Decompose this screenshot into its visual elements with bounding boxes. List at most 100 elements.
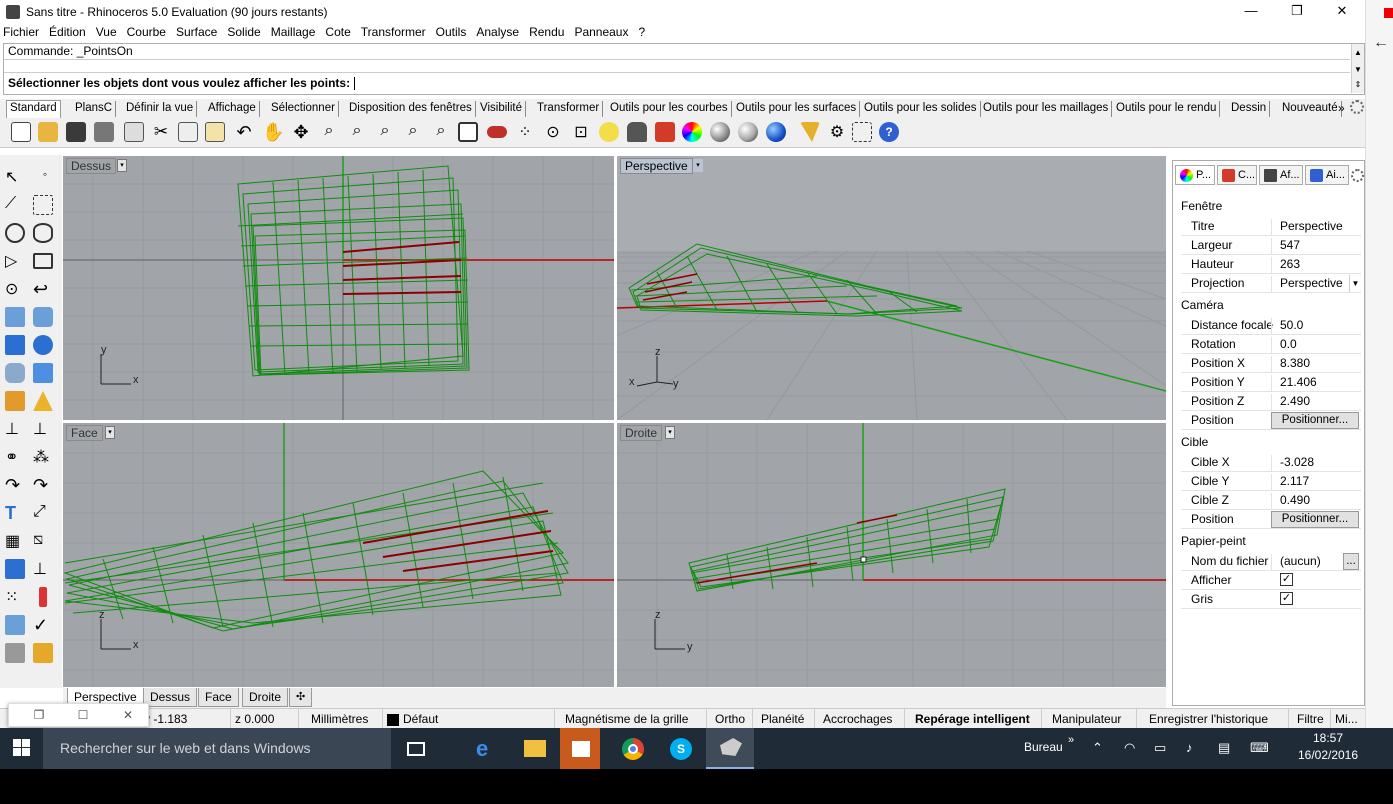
scale-icon[interactable]: ⤢: [33, 503, 53, 523]
tray-desktop-label[interactable]: Bureau: [1024, 740, 1063, 754]
fillet-curve-icon[interactable]: ↩: [33, 279, 53, 299]
zoom-window-icon[interactable]: ⌕: [347, 122, 367, 142]
rendered-sphere-icon[interactable]: [738, 122, 758, 142]
cible-z-value[interactable]: 0.490: [1271, 493, 1359, 509]
viewport-top[interactable]: Dessus ▾ y x: [63, 156, 614, 420]
edge-icon[interactable]: e: [466, 734, 506, 764]
tab-transformer[interactable]: Transformer: [534, 101, 604, 117]
tab-outils-solides[interactable]: Outils pour les solides: [861, 101, 981, 117]
car-icon[interactable]: [487, 126, 507, 138]
status-ortho[interactable]: Ortho: [706, 709, 753, 729]
position-y-value[interactable]: 21.406: [1271, 375, 1359, 391]
viewport-label-front[interactable]: Face: [66, 425, 103, 441]
tabs-overflow-icon[interactable]: »: [1338, 101, 1345, 115]
store-icon[interactable]: [560, 728, 600, 769]
rotate-curve-icon[interactable]: ↷: [33, 475, 53, 495]
file-explorer-icon[interactable]: [514, 734, 554, 764]
sphere-icon[interactable]: [33, 335, 53, 355]
dimension-icon[interactable]: ⊥: [33, 559, 53, 579]
layer-display[interactable]: Défaut: [382, 709, 554, 729]
popup-maximize-icon[interactable]: ☐: [75, 707, 91, 723]
split-icon[interactable]: ⊥: [5, 419, 25, 439]
cylinder-icon[interactable]: [5, 363, 25, 383]
loft-icon[interactable]: [33, 307, 53, 327]
panel-gear-icon[interactable]: [1351, 169, 1364, 182]
panel-tab-properties[interactable]: P...: [1175, 165, 1215, 185]
ungroup-icon[interactable]: ⁂: [33, 447, 53, 467]
panel-tab-display[interactable]: Af...: [1259, 165, 1303, 185]
position-x-value[interactable]: 8.380: [1271, 356, 1359, 372]
menu-analyse[interactable]: Analyse: [471, 24, 524, 41]
explode-icon[interactable]: [5, 391, 25, 411]
tab-affichage[interactable]: Affichage: [205, 101, 260, 117]
drape-icon[interactable]: [5, 615, 25, 635]
status-gumball[interactable]: Manipulateur: [1041, 709, 1131, 729]
scroll-updown-icon[interactable]: ⇕: [1351, 76, 1364, 93]
tab-standard[interactable]: Standard: [6, 100, 61, 118]
cplane-icon[interactable]: ⊡: [571, 122, 591, 142]
cible-x-value[interactable]: -3.028: [1271, 455, 1359, 471]
curve-icon[interactable]: [33, 195, 53, 215]
projection-dropdown-icon[interactable]: ▼: [1349, 275, 1361, 292]
command-prompt[interactable]: Sélectionner les objets dont vous voulez…: [8, 76, 356, 91]
analyze-icon[interactable]: [39, 587, 47, 607]
clock-time[interactable]: 18:57: [1306, 731, 1350, 745]
camera-positionner-button[interactable]: Positionner...: [1271, 412, 1359, 429]
shaded-sphere-icon[interactable]: [710, 122, 730, 142]
viewport-right[interactable]: Droite ▾ z y: [617, 423, 1166, 687]
task-view-icon[interactable]: [397, 734, 437, 764]
print-icon[interactable]: [94, 122, 114, 142]
menu-cote[interactable]: Cote: [320, 24, 355, 41]
block-icon[interactable]: [5, 559, 25, 579]
viewport-label-perspective[interactable]: Perspective: [620, 158, 693, 174]
menu-courbe[interactable]: Courbe: [122, 24, 171, 41]
check-icon[interactable]: ✓: [33, 615, 53, 635]
viewport-label-top[interactable]: Dessus: [66, 158, 117, 174]
cible-y-value[interactable]: 2.117: [1271, 474, 1359, 490]
zoom-extents-icon[interactable]: ⌕: [375, 122, 395, 142]
viewport-tab-droite[interactable]: Droite: [242, 688, 289, 707]
viewport-top-dropdown-icon[interactable]: ▾: [117, 159, 127, 172]
status-record-history[interactable]: Enregistrer l'historique: [1136, 709, 1280, 729]
tab-visibilite[interactable]: Visibilité: [477, 101, 526, 117]
points-grid-icon[interactable]: ⁙: [5, 587, 25, 607]
render-mesh-icon[interactable]: [5, 643, 25, 663]
units-display[interactable]: Millimètres: [298, 709, 382, 729]
taskbar-search-box[interactable]: Rechercher sur le web et dans Windows: [43, 728, 391, 769]
tab-outils-surfaces[interactable]: Outils pour les surfaces: [733, 101, 861, 117]
viewport-right-dropdown-icon[interactable]: ▾: [665, 426, 675, 439]
paste-icon[interactable]: [205, 122, 225, 142]
cut-icon[interactable]: ✂: [151, 122, 171, 142]
skype-icon[interactable]: S: [660, 734, 700, 764]
group-icon[interactable]: ⚭: [5, 447, 25, 467]
copy-icon[interactable]: [178, 122, 198, 142]
menu-vue[interactable]: Vue: [91, 24, 122, 41]
popup-restore-icon[interactable]: ❐: [31, 707, 47, 723]
viewport-front[interactable]: Face ▾ z x: [63, 423, 614, 687]
gris-checkbox[interactable]: ✓: [1280, 592, 1293, 605]
status-grid-snap[interactable]: Magnétisme de la grille: [554, 709, 698, 729]
import-icon[interactable]: [124, 122, 144, 142]
status-planar[interactable]: Planéité: [752, 709, 812, 729]
filter-icon[interactable]: [800, 122, 820, 142]
titre-value[interactable]: Perspective: [1271, 219, 1359, 235]
tab-definir-la-vue[interactable]: Définir la vue: [123, 101, 198, 117]
minimize-button[interactable]: —: [1228, 0, 1274, 24]
menu-transformer[interactable]: Transformer: [356, 24, 431, 41]
tab-outils-maillages[interactable]: Outils pour les maillages: [980, 101, 1113, 117]
mesh-icon[interactable]: [33, 363, 53, 383]
status-smart-track[interactable]: Repérage intelligent: [904, 709, 1040, 729]
menu-surface[interactable]: Surface: [171, 24, 222, 41]
pan-hand-icon[interactable]: ✋: [262, 122, 284, 142]
select-arrow-icon[interactable]: ↖: [5, 167, 25, 187]
rotation-value[interactable]: 0.0: [1271, 337, 1359, 353]
popup-close-icon[interactable]: ✕: [120, 707, 136, 723]
text-icon[interactable]: T: [5, 503, 25, 523]
viewport-tab-face[interactable]: Face: [198, 688, 239, 707]
notification-icon[interactable]: ▤: [1218, 740, 1230, 756]
array-icon[interactable]: ▦: [5, 531, 25, 551]
paint-icon[interactable]: [33, 643, 53, 663]
menu-help[interactable]: ?: [633, 24, 650, 41]
tab-selectionner[interactable]: Sélectionner: [268, 101, 339, 117]
save-icon[interactable]: [66, 122, 86, 142]
